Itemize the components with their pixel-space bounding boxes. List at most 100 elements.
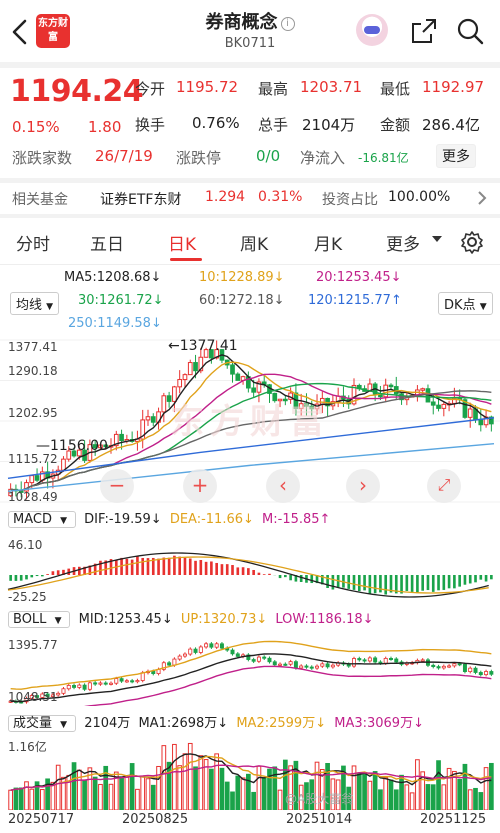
volume-bar bbox=[256, 765, 262, 810]
boll-candle bbox=[188, 648, 193, 655]
fund-label: 相关基金 bbox=[12, 192, 68, 208]
boll-candle bbox=[373, 657, 378, 663]
macd-label: MACD bbox=[13, 512, 52, 527]
ma-select[interactable]: 均线 ▼ bbox=[10, 292, 60, 315]
ma5-value: MA5:1208.68↓ bbox=[64, 270, 162, 285]
kline-high-value: 1377.41 bbox=[179, 338, 238, 354]
boll-candle bbox=[325, 663, 330, 668]
gear-icon[interactable] bbox=[460, 230, 484, 254]
tab-more[interactable]: 更多 bbox=[386, 230, 420, 255]
amount-label: 金额 bbox=[380, 116, 411, 134]
date-label: 20250825 bbox=[122, 812, 189, 827]
volume-ma2: MA2:2599万↓ bbox=[236, 716, 327, 731]
fullscreen-icon[interactable]: ⤢ bbox=[427, 469, 461, 503]
volume-bar bbox=[82, 780, 87, 810]
assistant-avatar[interactable] bbox=[356, 14, 388, 46]
volume-bar bbox=[55, 764, 61, 810]
volume-bar bbox=[489, 762, 494, 810]
volume-ma3: MA3:3069万↓ bbox=[334, 716, 424, 731]
scroll-left-button[interactable]: ‹ bbox=[266, 469, 300, 503]
volume-bar bbox=[277, 789, 283, 810]
tab-intraday[interactable]: 分时 bbox=[16, 230, 50, 255]
volume-bar bbox=[124, 776, 130, 810]
volume-value: 2104万 bbox=[302, 116, 356, 134]
high-label: 最高 bbox=[258, 80, 289, 98]
boll-label: BOLL bbox=[13, 612, 47, 627]
volume-bar bbox=[39, 789, 45, 810]
macd-y-top: 46.10 bbox=[8, 538, 43, 552]
scroll-right-button[interactable]: › bbox=[346, 469, 380, 503]
tab-day-k[interactable]: 日K bbox=[168, 230, 196, 255]
boll-candle bbox=[256, 656, 261, 662]
kline-y-mid3: 1115.72 bbox=[8, 452, 58, 466]
caret-down-icon: ▼ bbox=[54, 616, 62, 626]
boll-candle bbox=[330, 664, 335, 668]
share-icon[interactable] bbox=[410, 17, 438, 45]
more-button[interactable]: 更多 bbox=[436, 144, 476, 168]
volume-bar bbox=[182, 753, 188, 810]
boll-candle bbox=[87, 682, 92, 690]
dk-point-button[interactable]: DK点 ▼ bbox=[438, 292, 493, 315]
info-icon[interactable]: i bbox=[280, 17, 295, 31]
volume-bar bbox=[71, 762, 77, 810]
candle bbox=[430, 401, 436, 406]
boll-candle bbox=[293, 661, 298, 669]
macd-dea: DEA:-11.66↓ bbox=[169, 512, 254, 527]
divider bbox=[0, 264, 500, 265]
boll-candle bbox=[193, 648, 198, 653]
tab-five-day[interactable]: 五日 bbox=[90, 230, 124, 255]
boll-candle bbox=[262, 656, 267, 659]
volume-bar bbox=[145, 778, 151, 810]
divider bbox=[0, 62, 500, 68]
volume-select[interactable]: 成交量 ▼ bbox=[8, 715, 77, 732]
candle bbox=[145, 416, 151, 421]
volume-bar bbox=[409, 792, 415, 810]
boll-candle bbox=[209, 643, 214, 648]
boll-chart[interactable] bbox=[0, 634, 500, 706]
boll-candle bbox=[61, 688, 66, 694]
chevron-right-icon[interactable] bbox=[476, 190, 488, 206]
boll-candle bbox=[309, 666, 314, 669]
zoom-out-button[interactable]: − bbox=[100, 469, 134, 503]
dk-point-label: DK点 bbox=[444, 298, 476, 313]
fund-name[interactable]: 证券ETF东财 bbox=[100, 189, 181, 209]
volume-bar bbox=[378, 789, 383, 810]
boll-candle bbox=[66, 685, 71, 690]
volume-watermark: @A股大富翁 bbox=[285, 792, 354, 806]
boll-candle bbox=[288, 661, 293, 665]
boll-candle bbox=[124, 680, 129, 683]
boll-candle bbox=[383, 657, 388, 664]
macd-select[interactable]: MACD ▼ bbox=[8, 511, 77, 528]
zoom-in-button[interactable]: + bbox=[183, 469, 217, 503]
candle bbox=[177, 379, 183, 388]
volume-bar bbox=[399, 774, 404, 810]
boll-candle bbox=[362, 659, 367, 662]
kline-high-marker: ←1377.41 bbox=[168, 338, 238, 354]
boll-candle bbox=[468, 667, 473, 673]
caret-down-icon: ▼ bbox=[479, 302, 487, 312]
volume-bar bbox=[50, 781, 56, 810]
tab-month-k[interactable]: 月K bbox=[314, 230, 342, 255]
date-label: 20251014 bbox=[286, 812, 353, 827]
caret-down-icon: ▼ bbox=[60, 720, 68, 730]
candle bbox=[161, 395, 167, 413]
candle bbox=[61, 458, 66, 471]
breadth-value: 26/7/19 bbox=[95, 147, 153, 165]
volume-bar bbox=[367, 780, 373, 810]
volume-bar bbox=[446, 767, 452, 810]
volume-bar bbox=[92, 776, 98, 810]
boll-candle bbox=[219, 643, 224, 649]
boll-select[interactable]: BOLL ▼ bbox=[8, 611, 71, 628]
boll-candle bbox=[130, 680, 135, 683]
volume-chart[interactable] bbox=[0, 736, 500, 810]
boll-candle bbox=[357, 658, 362, 661]
volume-bar bbox=[209, 768, 214, 810]
low-value: 1192.97 bbox=[422, 78, 485, 96]
divider bbox=[0, 178, 500, 183]
caret-down-icon[interactable] bbox=[432, 236, 442, 244]
ma-select-label: 均线 bbox=[16, 298, 43, 313]
volume-bar bbox=[172, 743, 177, 810]
tab-week-k[interactable]: 周K bbox=[240, 230, 268, 255]
macd-chart[interactable] bbox=[0, 535, 500, 603]
search-icon[interactable] bbox=[456, 17, 484, 45]
